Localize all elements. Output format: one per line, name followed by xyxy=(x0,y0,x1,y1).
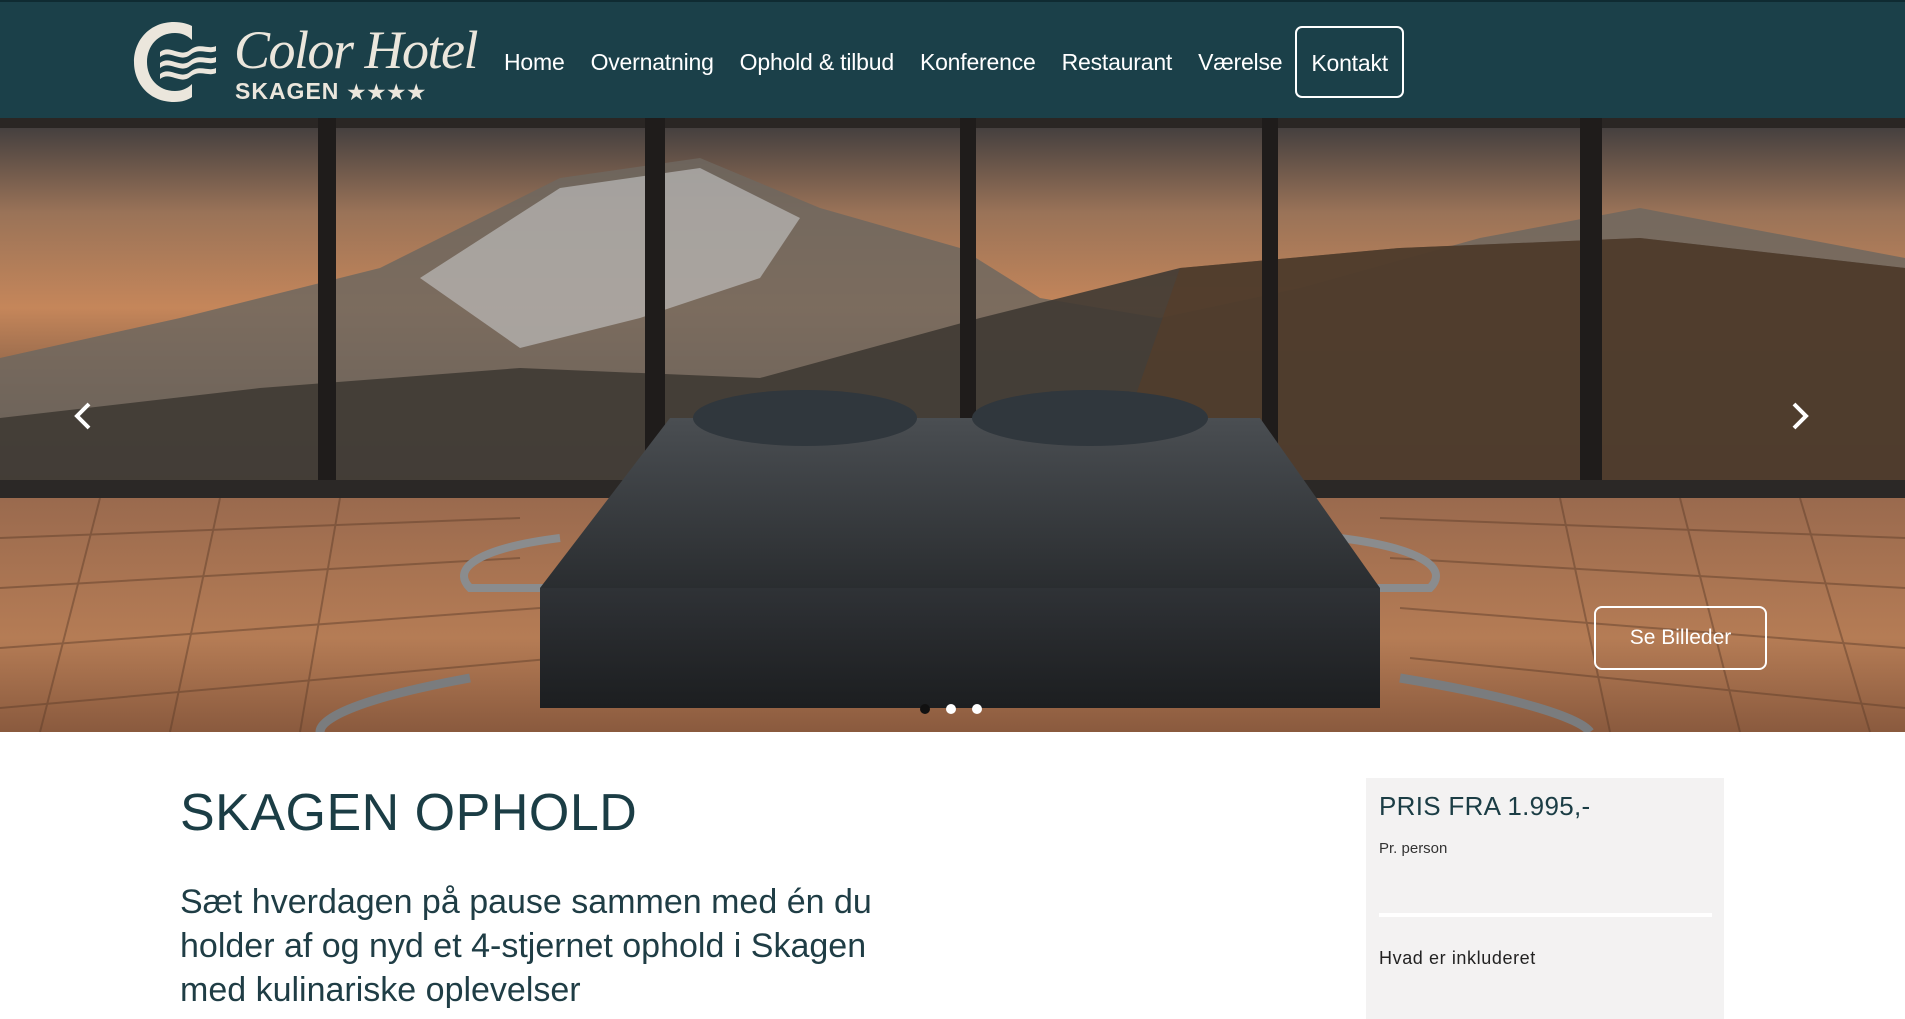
chevron-left-icon xyxy=(74,402,91,430)
page-title: SKAGEN OPHOLD xyxy=(180,784,638,842)
price-divider xyxy=(1379,913,1712,917)
hotel-logo[interactable]: Color Hotel SKAGEN ★★★★ xyxy=(130,16,479,106)
price-box: PRIS FRA 1.995,- Pr. person Hvad er inkl… xyxy=(1366,778,1724,1019)
intro-text: Sæt hverdagen på pause sammen med én du … xyxy=(180,883,872,1009)
chevron-right-icon xyxy=(1792,402,1809,430)
price-unit: Pr. person xyxy=(1379,840,1448,857)
whats-included-toggle[interactable]: Hvad er inkluderet xyxy=(1379,948,1536,969)
slider-dots xyxy=(920,704,982,714)
nav-item-restaurant[interactable]: Restaurant xyxy=(1049,26,1186,98)
slider-dot-2[interactable] xyxy=(946,704,956,714)
nav-item-vaerelse[interactable]: Værelse xyxy=(1185,26,1295,98)
price-heading: PRIS FRA 1.995,- xyxy=(1379,791,1591,821)
nav-item-home[interactable]: Home xyxy=(491,26,578,98)
logo-subtitle: SKAGEN ★★★★ xyxy=(235,78,427,106)
site-header: Color Hotel SKAGEN ★★★★ Home Overnatning … xyxy=(0,0,1905,118)
nav-item-konference[interactable]: Konference xyxy=(907,26,1049,98)
hero-slider: Se Billeder xyxy=(0,118,1905,732)
nav-item-overnatning[interactable]: Overnatning xyxy=(578,26,727,98)
logo-location: SKAGEN xyxy=(235,78,340,104)
logo-stars: ★★★★ xyxy=(347,82,428,104)
logo-title: Color Hotel xyxy=(234,20,479,80)
logo-mark-icon xyxy=(134,22,216,102)
main-nav: Home Overnatning Ophold & tilbud Konfere… xyxy=(491,26,1404,98)
slider-prev-button[interactable] xyxy=(73,401,113,449)
slider-dot-1[interactable] xyxy=(920,704,930,714)
slider-next-button[interactable] xyxy=(1790,401,1830,449)
slider-dot-3[interactable] xyxy=(972,704,982,714)
nav-contact-button[interactable]: Kontakt xyxy=(1295,26,1404,98)
see-photos-button[interactable]: Se Billeder xyxy=(1594,606,1767,670)
nav-item-ophold-tilbud[interactable]: Ophold & tilbud xyxy=(727,26,907,98)
